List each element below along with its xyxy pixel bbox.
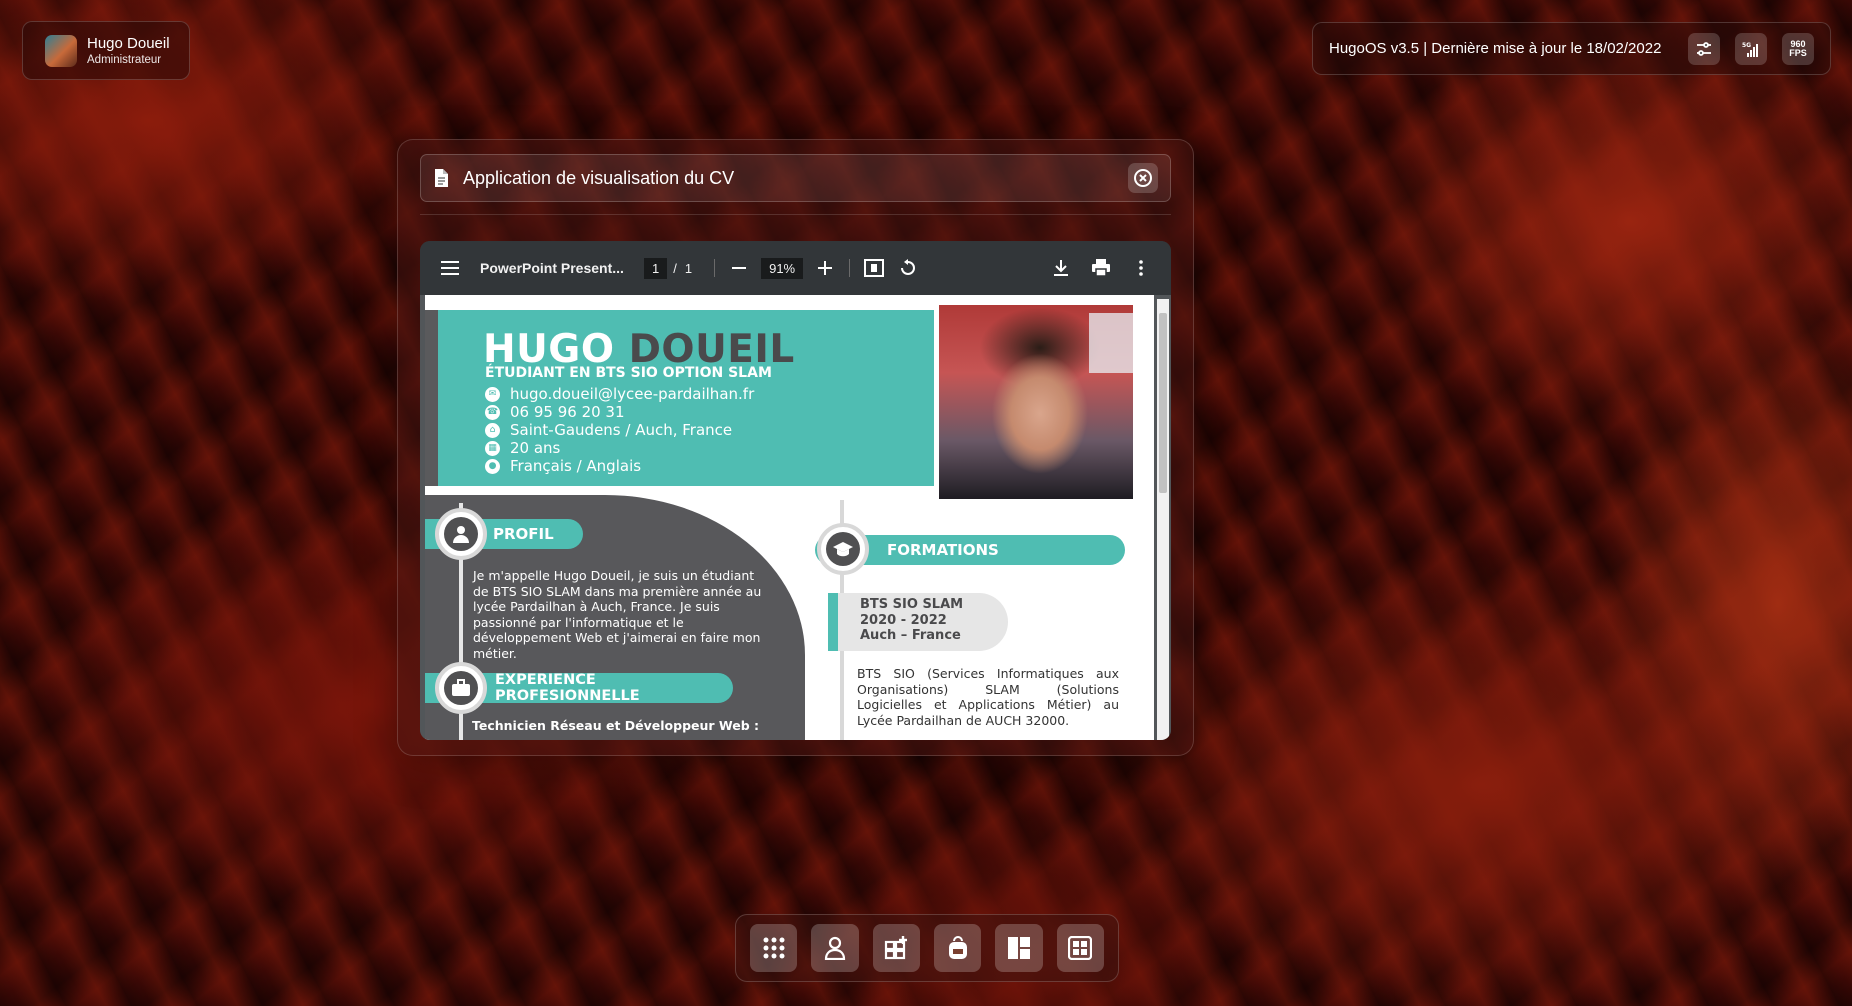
person-icon (453, 526, 469, 543)
print-button[interactable] (1089, 256, 1113, 280)
language-icon: ● (485, 458, 500, 474)
graduation-cap-icon (833, 542, 853, 557)
cv-subtitle: ÉTUDIANT EN BTS SIO OPTION SLAM (485, 365, 772, 381)
contact-phone: ☎ 06 95 96 20 31 (485, 403, 754, 421)
fps-counter-button[interactable]: 960 FPS (1782, 32, 1814, 65)
window-divider (420, 214, 1171, 215)
contact-email-text: hugo.doueil@lycee-pardailhan.fr (510, 385, 755, 403)
user-card[interactable]: Hugo Doueil Administrateur (22, 21, 190, 80)
profil-icon-badge (435, 508, 487, 560)
add-widget-button[interactable] (872, 924, 920, 972)
close-circle-icon (1134, 169, 1152, 187)
taskbar-dock (735, 914, 1119, 982)
menu-button[interactable] (438, 256, 462, 280)
bag-button[interactable] (933, 924, 982, 972)
layout-icon (1007, 937, 1030, 959)
network-button[interactable]: 5G (1735, 32, 1767, 65)
fps-counter-label: 960 FPS (1789, 38, 1807, 58)
sliders-icon (1697, 41, 1711, 56)
formation-years: 2020 - 2022 (860, 612, 947, 628)
document-title: PowerPoint Present... (480, 260, 624, 276)
formation-description: BTS SIO (Services Informatiques aux Orga… (857, 666, 1119, 728)
rotate-icon (901, 259, 916, 275)
profile-button[interactable] (811, 924, 859, 972)
profile-photo (939, 305, 1133, 499)
rotate-button[interactable] (896, 256, 920, 280)
contact-email: ✉ hugo.doueil@lycee-pardailhan.fr (485, 385, 754, 403)
signal-5g-icon: 5G (1742, 42, 1758, 57)
zoom-in-button[interactable] (813, 256, 837, 280)
avatar (45, 34, 77, 67)
pdf-page-area[interactable]: HUGO DOUEIL ÉTUDIANT EN BTS SIO OPTION S… (420, 295, 1171, 740)
contact-languages-text: Français / Anglais (510, 457, 642, 475)
toolbar-divider (714, 259, 716, 277)
cv-contacts: ✉ hugo.doueil@lycee-pardailhan.fr ☎ 06 9… (485, 385, 754, 475)
home-icon: ⌂ (485, 422, 500, 438)
apps-button[interactable] (750, 924, 798, 972)
window-titlebar[interactable]: Application de visualisation du CV (420, 154, 1171, 202)
user-role: Administrateur (87, 54, 162, 66)
settings-button[interactable] (1688, 32, 1720, 65)
dashboard-icon (1068, 936, 1093, 960)
document-icon (435, 169, 448, 187)
mail-icon: ✉ (485, 386, 500, 402)
formation-degree: BTS SIO SLAM (860, 597, 964, 612)
profil-text: Je m'appelle Hugo Doueil, je suis un étu… (473, 568, 762, 661)
scrollbar-thumb[interactable] (1159, 313, 1167, 493)
window-title: Application de visualisation du CV (463, 167, 735, 188)
zoom-out-button[interactable] (727, 256, 751, 280)
cv-viewer-window: Application de visualisation du CV Power… (397, 139, 1194, 756)
fit-page-button[interactable] (862, 256, 886, 280)
apps-grid-icon (763, 937, 785, 959)
formation-card: BTS SIO SLAM 2020 - 2022 Auch – France (828, 593, 1008, 651)
pdf-viewer: PowerPoint Present... 1 / 1 91% HUGO DOU… (420, 241, 1171, 740)
signal-5g-label: 5G (1742, 42, 1751, 49)
experience-job-title: Technicien Réseau et Développeur Web : (472, 718, 760, 733)
toolbar-divider (849, 259, 851, 277)
contact-age: ▦ 20 ans (485, 439, 754, 457)
briefcase-icon (452, 679, 470, 696)
download-button[interactable] (1049, 256, 1073, 280)
formation-place: Auch – France (860, 628, 961, 643)
user-name: Hugo Doueil (87, 35, 170, 52)
fit-page-icon (864, 259, 885, 277)
printer-icon (1092, 259, 1110, 277)
minus-icon (732, 267, 747, 269)
cv-header-accent (425, 310, 438, 486)
contact-phone-text: 06 95 96 20 31 (510, 403, 625, 421)
contact-languages: ● Français / Anglais (485, 457, 754, 475)
formations-icon-badge (817, 523, 869, 575)
page-separator: / (673, 260, 677, 276)
user-icon (824, 936, 846, 960)
contact-address-text: Saint-Gaudens / Auch, France (510, 421, 733, 439)
download-icon (1054, 260, 1068, 276)
phone-icon: ☎ (485, 404, 500, 420)
total-pages: 1 (684, 260, 693, 276)
system-status-bar: HugoOS v3.5 | Dernière mise à jour le 18… (1312, 22, 1831, 75)
layout-button[interactable] (995, 924, 1043, 972)
contact-address: ⌂ Saint-Gaudens / Auch, France (485, 421, 754, 439)
plus-icon (818, 261, 833, 275)
backpack-icon (948, 936, 967, 959)
page-number-input[interactable]: 1 (644, 257, 668, 279)
close-button[interactable] (1128, 163, 1158, 193)
dashboard-button[interactable] (1056, 924, 1104, 972)
more-options-button[interactable] (1129, 256, 1153, 280)
scrollbar[interactable] (1157, 299, 1169, 740)
cv-page: HUGO DOUEIL ÉTUDIANT EN BTS SIO OPTION S… (425, 295, 1154, 740)
experience-icon-badge (435, 662, 487, 714)
more-vertical-icon (1139, 260, 1143, 276)
calendar-icon: ▦ (485, 440, 500, 456)
zoom-level-input[interactable]: 91% (761, 257, 804, 279)
hamburger-menu-icon (441, 261, 459, 275)
contact-age-text: 20 ans (510, 439, 561, 457)
add-widget-icon (885, 936, 908, 960)
system-status-text: HugoOS v3.5 | Dernière mise à jour le 18… (1329, 40, 1662, 57)
pdf-toolbar: PowerPoint Present... 1 / 1 91% (420, 241, 1171, 295)
